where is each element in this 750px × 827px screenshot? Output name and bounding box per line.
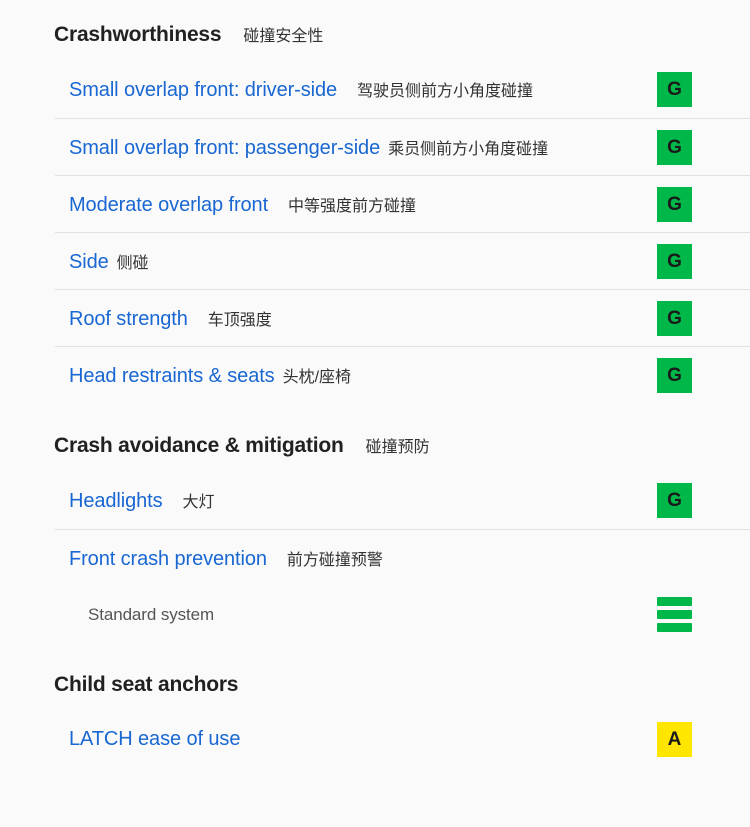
- status-badge: G: [657, 301, 692, 336]
- table-row[interactable]: Small overlap front: passenger-side 乘员侧前…: [55, 118, 750, 175]
- rating-label-translation: 乘员侧前方小角度碰撞: [388, 135, 548, 159]
- rating-link[interactable]: Front crash prevention: [69, 548, 267, 571]
- row-labels: Front crash prevention 前方碰撞预警: [69, 546, 383, 571]
- rating-link[interactable]: Head restraints & seats: [69, 365, 275, 388]
- bar-segment: [657, 623, 692, 632]
- status-badge: G: [657, 130, 692, 165]
- section-title-translation: 碰撞安全性: [243, 22, 323, 46]
- section-header-crashworthiness: Crashworthiness 碰撞安全性: [0, 22, 750, 47]
- table-row[interactable]: Headlights 大灯 G: [0, 472, 750, 529]
- section-title-translation: 碰撞预防: [366, 433, 430, 457]
- status-badge: G: [657, 187, 692, 222]
- spacer: [0, 643, 750, 673]
- section-title: Crash avoidance & mitigation: [54, 434, 344, 458]
- bar-segment: [657, 610, 692, 619]
- superior-bars-icon: [657, 597, 692, 632]
- row-labels: Side 侧碰: [69, 249, 149, 274]
- rating-label-translation: 大灯: [183, 488, 215, 512]
- row-labels: LATCH ease of use: [69, 728, 260, 751]
- row-labels: Roof strength 车顶强度: [69, 306, 272, 331]
- spacer-top: [0, 0, 750, 22]
- rating-link[interactable]: LATCH ease of use: [69, 728, 240, 751]
- rating-label-translation: 侧碰: [117, 249, 149, 273]
- rating-link[interactable]: Small overlap front: passenger-side: [69, 137, 380, 160]
- rating-link[interactable]: Side: [69, 251, 109, 274]
- row-labels: Standard system: [88, 605, 214, 625]
- rating-label-translation: 前方碰撞预警: [287, 546, 383, 570]
- section-crash-avoidance: Crash avoidance & mitigation 碰撞预防 Headli…: [0, 433, 750, 643]
- rating-link[interactable]: Small overlap front: driver-side: [69, 79, 337, 102]
- section-header-child-seat-anchors: Child seat anchors: [0, 673, 750, 697]
- rating-label-translation: 车顶强度: [208, 306, 272, 330]
- status-badge: G: [657, 72, 692, 107]
- section-child-seat-anchors: Child seat anchors LATCH ease of use A: [0, 673, 750, 768]
- row-labels: Moderate overlap front 中等强度前方碰撞: [69, 192, 416, 217]
- rating-link[interactable]: Moderate overlap front: [69, 194, 268, 217]
- status-badge: G: [657, 358, 692, 393]
- rating-label-translation: 头枕/座椅: [283, 363, 351, 387]
- spacer: [0, 458, 750, 472]
- table-row-subsystem[interactable]: Standard system: [0, 586, 750, 643]
- rating-label-translation: 中等强度前方碰撞: [288, 192, 416, 216]
- section-title: Crashworthiness: [54, 23, 221, 47]
- section-title: Child seat anchors: [54, 673, 238, 697]
- table-row[interactable]: Side 侧碰 G: [55, 232, 750, 289]
- spacer: [0, 697, 750, 711]
- section-crashworthiness: Crashworthiness 碰撞安全性 Small overlap fron…: [0, 22, 750, 403]
- iihs-ratings-panel: Crashworthiness 碰撞安全性 Small overlap fron…: [0, 0, 750, 827]
- rating-link[interactable]: Headlights: [69, 490, 163, 513]
- row-labels: Head restraints & seats 头枕/座椅: [69, 363, 351, 388]
- table-row[interactable]: Small overlap front: driver-side 驾驶员侧前方小…: [0, 61, 750, 118]
- table-row[interactable]: Front crash prevention 前方碰撞预警: [55, 529, 750, 586]
- row-labels: Small overlap front: passenger-side 乘员侧前…: [69, 135, 548, 160]
- table-row[interactable]: Moderate overlap front 中等强度前方碰撞 G: [55, 175, 750, 232]
- rating-label-translation: 驾驶员侧前方小角度碰撞: [357, 77, 533, 101]
- status-badge: G: [657, 244, 692, 279]
- table-row[interactable]: Roof strength 车顶强度 G: [55, 289, 750, 346]
- subsystem-label: Standard system: [88, 605, 214, 625]
- bar-segment: [657, 597, 692, 606]
- spacer: [0, 403, 750, 433]
- spacer: [0, 47, 750, 61]
- table-row[interactable]: LATCH ease of use A: [0, 711, 750, 768]
- section-header-crash-avoidance: Crash avoidance & mitigation 碰撞预防: [0, 433, 750, 458]
- status-badge: G: [657, 483, 692, 518]
- status-badge: A: [657, 722, 692, 757]
- row-labels: Small overlap front: driver-side 驾驶员侧前方小…: [69, 77, 533, 102]
- table-row[interactable]: Head restraints & seats 头枕/座椅 G: [55, 346, 750, 403]
- row-labels: Headlights 大灯: [69, 488, 215, 513]
- rating-link[interactable]: Roof strength: [69, 308, 188, 331]
